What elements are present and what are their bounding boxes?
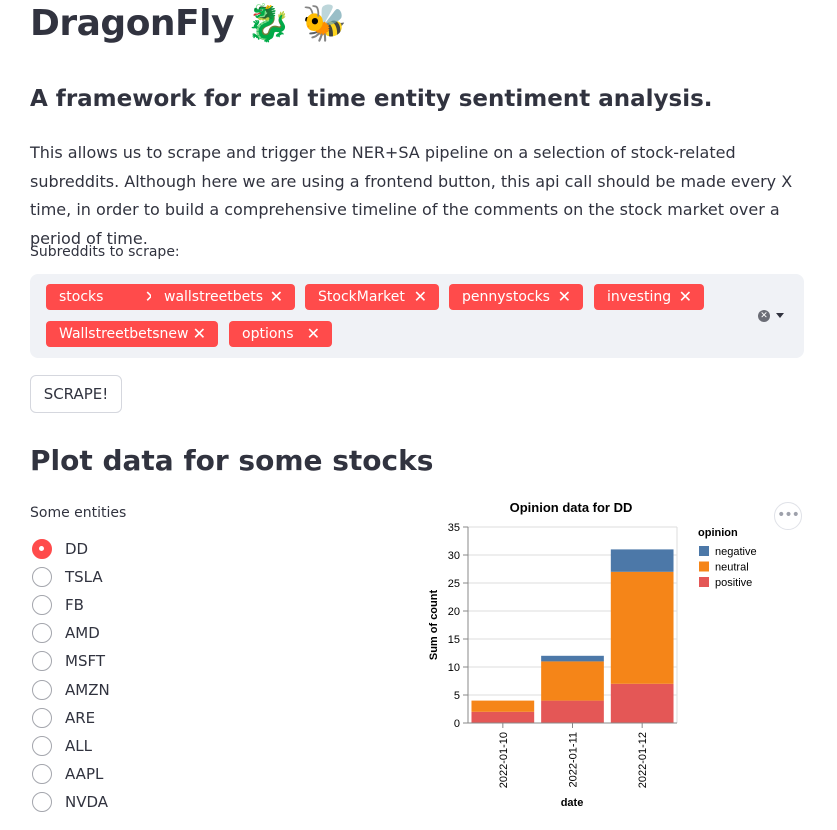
bar-positive: [610, 683, 674, 723]
radio-button[interactable]: [32, 539, 52, 559]
clear-all-icon[interactable]: ✕: [758, 310, 770, 322]
y-tick-label: 35: [448, 522, 460, 534]
legend-swatch-positive: [699, 577, 709, 587]
radio-option-dd[interactable]: DD: [32, 538, 88, 560]
tag-label: StockMarket: [318, 289, 405, 305]
close-icon[interactable]: ✕: [193, 324, 206, 344]
radio-label: AMD: [65, 624, 100, 643]
page-subtitle: A framework for real time entity sentime…: [30, 86, 713, 112]
close-icon[interactable]: ✕: [414, 287, 427, 307]
chart-title: Opinion data for DD: [510, 500, 633, 515]
close-icon[interactable]: ✕: [307, 324, 320, 344]
legend-swatch-negative: [699, 546, 709, 556]
radio-button[interactable]: [32, 595, 52, 616]
y-tick-label: 25: [448, 578, 460, 590]
x-axis-label: date: [561, 797, 584, 809]
radio-button[interactable]: [32, 567, 52, 588]
radio-button[interactable]: [32, 707, 52, 728]
radio-label: NVDA: [65, 792, 109, 811]
bar-neutral: [610, 571, 674, 684]
radio-option-tsla[interactable]: TSLA: [32, 566, 103, 588]
bar-neutral: [471, 700, 535, 712]
legend: opinion negative neutral positive: [698, 527, 757, 589]
radio-button[interactable]: [32, 679, 52, 700]
radio-label: FB: [65, 596, 84, 615]
bar-positive: [541, 700, 604, 723]
tag-stockmarket[interactable]: StockMarket ✕: [305, 284, 439, 310]
radio-option-fb[interactable]: FB: [32, 594, 84, 616]
radio-button[interactable]: [32, 763, 52, 784]
radio-label: ARE: [65, 708, 96, 727]
radio-button[interactable]: [32, 651, 52, 672]
y-tick-label: 30: [448, 550, 460, 562]
tag-label: Wallstreetbetsnew: [59, 326, 189, 342]
scrape-button[interactable]: SCRAPE!: [30, 375, 122, 413]
radio-button[interactable]: [32, 623, 52, 644]
radio-option-aapl[interactable]: AAPL: [32, 763, 103, 785]
plot-section-heading: Plot data for some stocks: [30, 444, 434, 477]
y-tick-label: 0: [454, 718, 460, 730]
tag-label: investing: [607, 289, 672, 305]
tag-options[interactable]: options ✕: [229, 321, 332, 347]
bar-positive: [471, 711, 535, 723]
entities-label: Some entities: [30, 505, 127, 521]
radio-label: MSFT: [65, 652, 105, 671]
radio-option-nvda[interactable]: NVDA: [32, 791, 108, 813]
opinion-chart: Opinion data for DD 0 5 10 15 20 25 30 35 2022-0…: [428, 500, 757, 809]
chart-menu-button[interactable]: •••: [774, 502, 802, 530]
legend-swatch-neutral: [699, 561, 709, 572]
tag-investing[interactable]: investing ✕: [594, 284, 704, 310]
tag-label: stocks: [59, 289, 104, 305]
description-text: This allows us to scrape and trigger the…: [30, 143, 793, 248]
radio-label: AAPL: [65, 764, 104, 783]
tag-label: wallstreetbets: [164, 289, 264, 305]
close-icon[interactable]: ✕: [558, 287, 571, 307]
radio-option-amd[interactable]: AMD: [32, 622, 100, 644]
radio-button[interactable]: [32, 791, 52, 812]
legend-label-negative: negative: [715, 546, 757, 558]
close-icon[interactable]: ✕: [270, 287, 283, 307]
close-icon[interactable]: ✕: [679, 287, 692, 307]
x-tick-label: 2022-01-10: [498, 732, 510, 788]
subreddits-label: Subreddits to scrape:: [30, 244, 180, 260]
tag-label: options: [242, 326, 294, 342]
subreddits-multiselect[interactable]: stocks ✕ wallstreetbets ✕ StockMarket ✕ …: [30, 274, 804, 358]
radio-label: TSLA: [65, 568, 103, 587]
tag-wallstreetbets[interactable]: wallstreetbets ✕: [151, 284, 295, 310]
radio-option-are[interactable]: ARE: [32, 707, 95, 729]
y-tick-label: 15: [448, 634, 460, 646]
y-tick-label: 5: [454, 690, 460, 702]
y-axis-label: Sum of count: [428, 590, 440, 661]
radio-label: DD: [65, 540, 89, 558]
radio-label: ALL: [65, 736, 92, 755]
y-tick-label: 20: [448, 606, 460, 618]
app-title: DragonFly 🐉 🐝: [30, 3, 347, 44]
radio-label: AMZN: [65, 680, 110, 699]
bar-neutral: [541, 661, 604, 701]
tag-pennystocks[interactable]: pennystocks ✕: [449, 284, 583, 310]
bar-negative: [541, 655, 604, 662]
legend-label-positive: positive: [715, 577, 752, 589]
bar-negative: [610, 549, 674, 572]
tag-label: pennystocks: [462, 289, 550, 305]
x-tick-label: 2022-01-11: [568, 732, 580, 787]
bars: [471, 549, 674, 723]
y-tick-label: 10: [448, 662, 460, 674]
radio-option-amzn[interactable]: AMZN: [32, 679, 110, 701]
legend-label-neutral: neutral: [715, 562, 749, 574]
radio-option-msft[interactable]: MSFT: [32, 650, 105, 672]
radio-option-all[interactable]: ALL: [32, 735, 92, 757]
x-tick-label: 2022-01-12: [637, 732, 649, 788]
radio-button[interactable]: [32, 735, 52, 756]
tag-wallstreetbetsnew[interactable]: Wallstreetbetsnew ✕: [46, 321, 218, 347]
chevron-down-icon[interactable]: [776, 313, 784, 318]
legend-title: opinion: [698, 527, 738, 539]
